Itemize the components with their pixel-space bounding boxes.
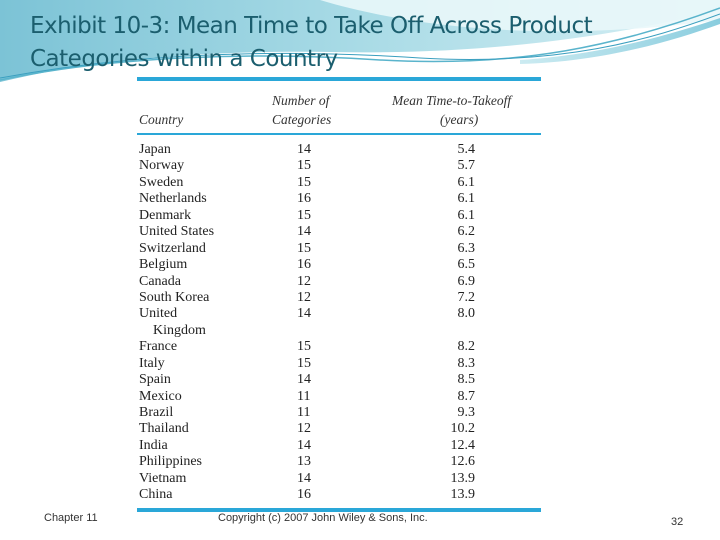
cell-categories: 15 xyxy=(297,355,311,371)
data-table: Country Number of Categories Mean Time-t… xyxy=(137,77,541,512)
cell-categories: 13 xyxy=(297,454,311,470)
table-row: Netherlands 16 6.1 xyxy=(137,191,541,207)
cell-mean-time: 8.0 xyxy=(457,306,476,322)
table-row: Canada 12 6.9 xyxy=(137,274,541,290)
cell-country: Sweden xyxy=(139,174,184,190)
cell-categories: 16 xyxy=(297,191,311,207)
cell-categories: 16 xyxy=(297,257,311,273)
table-row: Sweden 15 6.1 xyxy=(137,175,541,191)
page-number: 32 xyxy=(671,516,684,528)
cell-country: Italy xyxy=(139,355,165,371)
cell-categories: 14 xyxy=(297,372,311,388)
cell-mean-time: 8.7 xyxy=(457,388,476,404)
cell-mean-time: 8.3 xyxy=(457,355,476,371)
cell-country: Norway xyxy=(139,158,185,174)
cell-categories: 15 xyxy=(297,207,311,223)
header-categories-line2: Categories xyxy=(272,112,332,127)
table-row: Switzerland 15 6.3 xyxy=(137,241,541,257)
cell-categories: 15 xyxy=(297,174,311,190)
cell-mean-time: 10.2 xyxy=(450,421,476,437)
cell-country: South Korea xyxy=(139,289,210,305)
cell-categories: 11 xyxy=(297,405,311,420)
cell-mean-time: 12.6 xyxy=(450,454,476,470)
cell-mean-time: 12.4 xyxy=(450,437,476,453)
table-row: France 15 8.2 xyxy=(137,339,541,355)
cell-mean-time: 7.2 xyxy=(457,289,476,305)
table-row: Vietnam 14 13.9 xyxy=(137,471,541,487)
cell-country: Philippines xyxy=(139,454,203,470)
cell-mean-time: 6.9 xyxy=(457,273,476,289)
table-row: Brazil 11 9.3 xyxy=(137,405,541,421)
cell-categories: 11 xyxy=(297,388,311,404)
cell-mean-time: 5.4 xyxy=(457,142,476,157)
cell-mean-time: 8.2 xyxy=(457,339,476,355)
cell-country: Mexico xyxy=(139,388,182,404)
table-row: Denmark 15 6.1 xyxy=(137,208,541,224)
footer-copyright: Copyright (c) 2007 John Wiley & Sons, In… xyxy=(218,512,428,524)
table-row: China 16 13.9 xyxy=(137,487,541,503)
table-row: India 14 12.4 xyxy=(137,438,541,454)
cell-country: Spain xyxy=(139,372,171,388)
cell-categories: 14 xyxy=(297,224,311,240)
cell-mean-time: 6.2 xyxy=(457,224,476,240)
table-row: South Korea 12 7.2 xyxy=(137,290,541,306)
cell-mean-time: 9.3 xyxy=(457,405,476,420)
cell-categories: 14 xyxy=(297,470,311,486)
cell-country: United xyxy=(139,306,178,322)
table-row: Philippines 13 12.6 xyxy=(137,454,541,470)
table-row: United 14 8.0 xyxy=(137,306,541,322)
cell-country: China xyxy=(139,487,173,503)
header-categories-line1: Number of xyxy=(272,93,330,108)
cell-categories: 12 xyxy=(297,273,311,289)
table-row: Mexico 11 8.7 xyxy=(137,389,541,405)
cell-country: Vietnam xyxy=(139,470,187,486)
table-row: Belgium 16 6.5 xyxy=(137,257,541,273)
cell-country: Thailand xyxy=(139,421,189,437)
table-row: Italy 15 8.3 xyxy=(137,356,541,372)
table-row: Norway 15 5.7 xyxy=(137,158,541,174)
header-country: Country xyxy=(139,112,184,127)
cell-categories: 16 xyxy=(297,487,311,503)
cell-mean-time: 6.1 xyxy=(457,191,476,207)
cell-country: Denmark xyxy=(139,207,192,223)
cell-categories: 12 xyxy=(297,421,311,437)
table-body: Japan 14 5.4 Norway 15 5.7 Sweden 15 6.1 Netherla… xyxy=(137,135,541,508)
cell-mean-time: 13.9 xyxy=(450,487,476,503)
cell-mean-time: 13.9 xyxy=(450,470,476,486)
cell-categories: 15 xyxy=(297,240,311,256)
cell-country-continuation: Kingdom xyxy=(153,322,206,338)
table-header: Country Number of Categories Mean Time-t… xyxy=(137,81,541,133)
header-mean-line2: (years) xyxy=(440,112,479,127)
cell-country: Belgium xyxy=(139,257,188,273)
cell-categories: 14 xyxy=(297,142,311,157)
slide-title: Exhibit 10-3: Mean Time to Take Off Acro… xyxy=(30,13,593,72)
cell-country: United States xyxy=(139,224,215,240)
table-row: Thailand 12 10.2 xyxy=(137,421,541,437)
cell-country: France xyxy=(139,339,178,355)
cell-categories: 15 xyxy=(297,339,311,355)
table-row: United States 14 6.2 xyxy=(137,224,541,240)
cell-categories: 14 xyxy=(297,437,311,453)
cell-mean-time: 6.3 xyxy=(457,240,476,256)
cell-country: Netherlands xyxy=(139,191,207,207)
footer-chapter: Chapter 11 xyxy=(44,512,98,524)
cell-categories: 14 xyxy=(297,306,311,322)
cell-country: India xyxy=(139,437,168,453)
cell-mean-time: 6.5 xyxy=(457,257,476,273)
cell-mean-time: 8.5 xyxy=(457,372,476,388)
cell-mean-time: 6.1 xyxy=(457,207,476,223)
cell-categories: 15 xyxy=(297,158,311,174)
cell-country: Canada xyxy=(139,273,181,289)
header-mean-line1: Mean Time-to-Takeoff xyxy=(392,93,512,108)
cell-mean-time: 5.7 xyxy=(457,158,476,174)
table-row: Spain 14 8.5 xyxy=(137,372,541,388)
cell-mean-time: 6.1 xyxy=(457,174,476,190)
cell-country: Brazil xyxy=(139,405,174,420)
cell-country: Japan xyxy=(139,142,171,157)
cell-country: Switzerland xyxy=(139,240,206,256)
table-row-continuation: Kingdom xyxy=(137,323,541,339)
cell-categories: 12 xyxy=(297,289,311,305)
table-row: Japan 14 5.4 xyxy=(137,142,541,158)
